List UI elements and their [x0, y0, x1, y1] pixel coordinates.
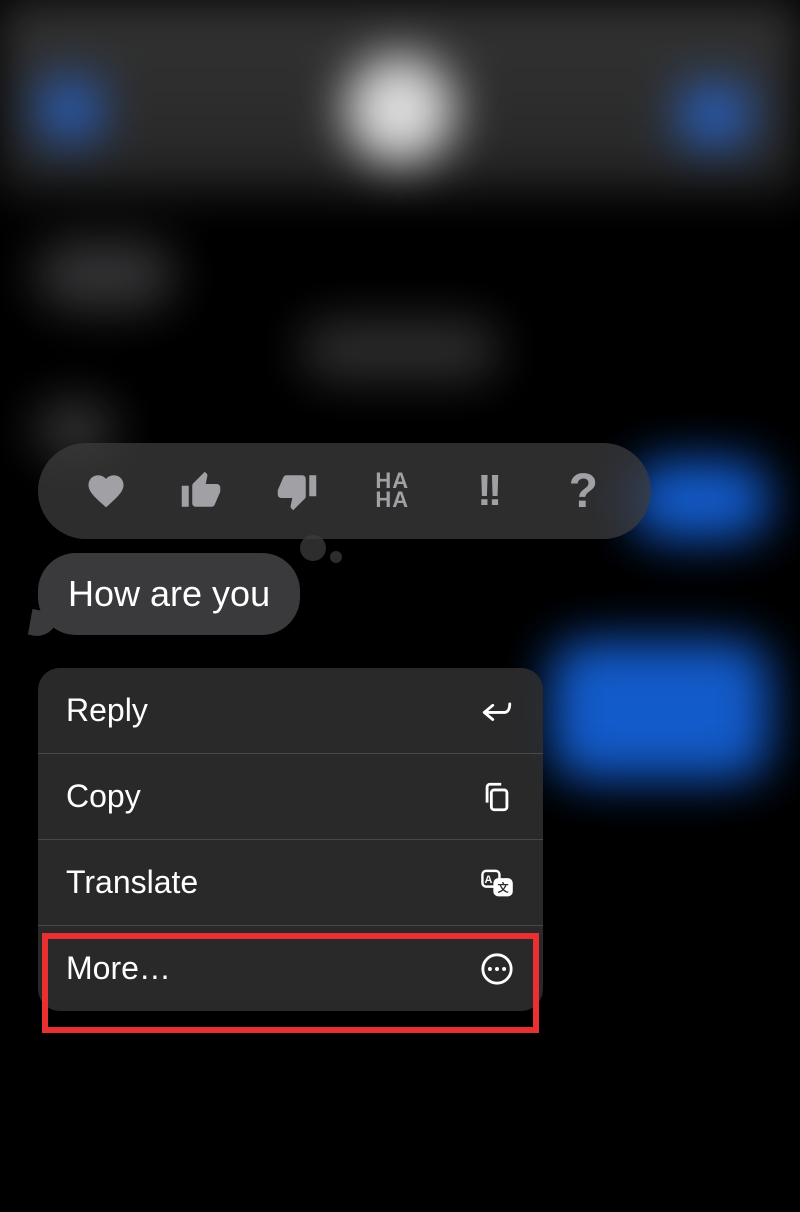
- menu-label: Copy: [66, 778, 141, 815]
- timestamp-blur: [300, 320, 500, 380]
- message-bubble-blur: [35, 240, 175, 310]
- menu-label: Reply: [66, 692, 148, 729]
- reaction-exclaim-button[interactable]: !!: [458, 461, 518, 521]
- sent-message-blur: [630, 460, 770, 540]
- thumbs-down-icon: [276, 470, 318, 512]
- haha-icon: HA HA: [375, 472, 409, 509]
- reaction-haha-button[interactable]: HA HA: [362, 461, 422, 521]
- contact-avatar-blur: [345, 55, 455, 165]
- menu-label: Translate: [66, 864, 198, 901]
- menu-item-reply[interactable]: Reply: [38, 668, 543, 754]
- svg-text:A: A: [485, 874, 493, 886]
- message-context-menu: Reply Copy Translate A 文 Mor: [38, 668, 543, 1011]
- copy-icon: [479, 779, 515, 815]
- thumbs-up-icon: [180, 470, 222, 512]
- reaction-thumbs-up-button[interactable]: [171, 461, 231, 521]
- svg-text:文: 文: [498, 880, 509, 894]
- exclaim-icon: !!: [477, 466, 498, 516]
- heart-icon: [85, 470, 127, 512]
- menu-label: More…: [66, 950, 171, 987]
- reply-icon: [479, 693, 515, 729]
- reaction-thumbs-down-button[interactable]: [267, 461, 327, 521]
- menu-item-more[interactable]: More…: [38, 926, 543, 1011]
- message-text: How are you: [68, 573, 270, 614]
- menu-item-copy[interactable]: Copy: [38, 754, 543, 840]
- facetime-button-blur: [680, 85, 750, 145]
- menu-item-translate[interactable]: Translate A 文: [38, 840, 543, 926]
- translate-icon: A 文: [479, 865, 515, 901]
- more-icon: [479, 951, 515, 987]
- tapback-reaction-bar: HA HA !! ?: [38, 443, 651, 539]
- reaction-bar-tail: [300, 533, 342, 563]
- question-icon: ?: [569, 464, 598, 519]
- reaction-question-button[interactable]: ?: [553, 461, 613, 521]
- selected-message-bubble[interactable]: How are you: [38, 553, 300, 635]
- back-button-blur: [40, 80, 100, 140]
- sent-message-blur: [550, 640, 770, 780]
- reaction-heart-button[interactable]: [76, 461, 136, 521]
